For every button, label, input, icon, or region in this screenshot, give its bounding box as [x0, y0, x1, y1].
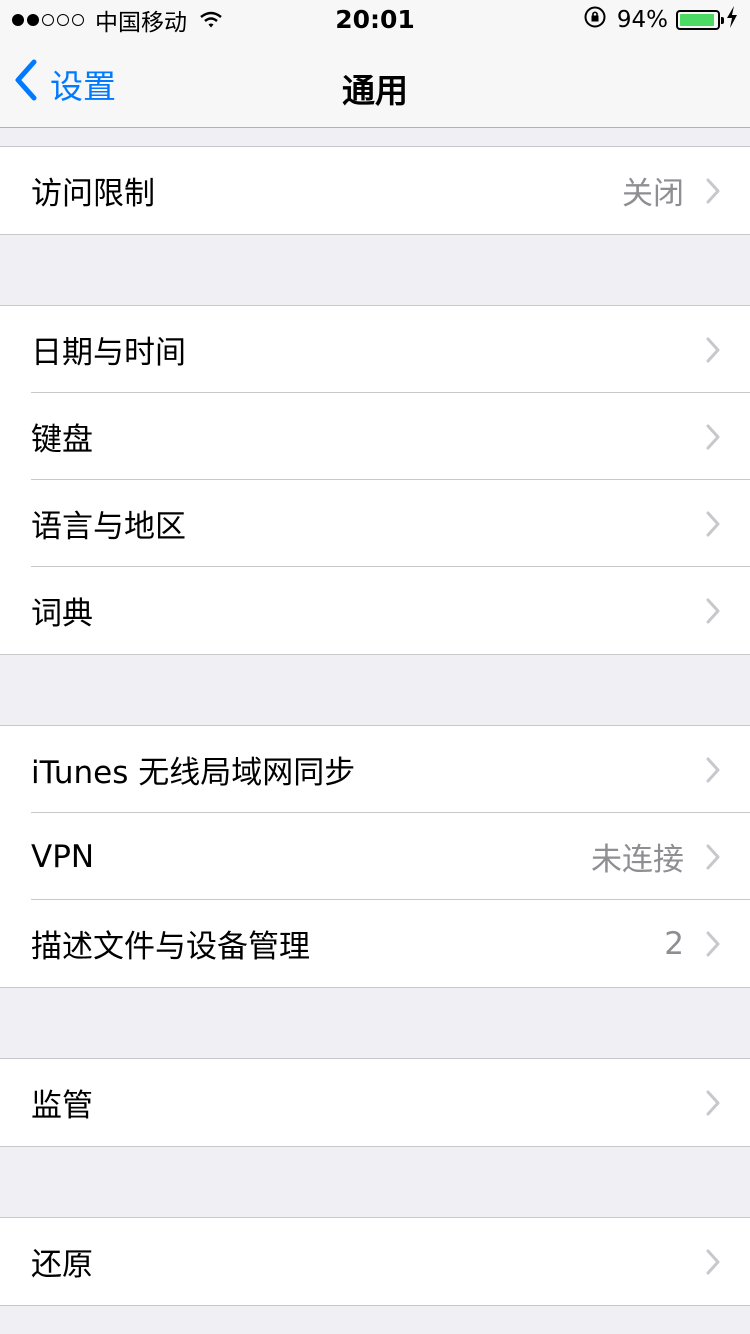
battery-fill	[680, 14, 714, 26]
settings-row-value: 关闭	[622, 176, 684, 212]
chevron-right-icon	[706, 757, 720, 783]
chevron-right-icon	[706, 424, 720, 450]
settings-row-value: 未连接	[591, 842, 684, 878]
settings-group: iTunes 无线局域网同步 VPN 未连接描述文件与设备管理 2	[0, 725, 750, 988]
chevron-right-icon	[706, 337, 720, 363]
settings-row-label: 监管	[31, 1088, 93, 1124]
settings-row-value: 2	[664, 925, 684, 962]
charging-bolt-icon	[726, 6, 738, 34]
status-right: 94%	[583, 6, 738, 34]
settings-row-label: 还原	[31, 1247, 93, 1283]
settings-list: 访问限制 关闭日期与时间键盘语言与地区词典 iTunes 无线局域网同步 VPN 未连接…	[0, 129, 750, 1306]
settings-row-label: 键盘	[31, 422, 93, 458]
chevron-right-icon	[706, 511, 720, 537]
chevron-right-icon	[706, 1090, 720, 1116]
settings-row-label: 访问限制	[31, 176, 155, 212]
settings-row[interactable]: 访问限制 关闭	[0, 147, 750, 234]
settings-row[interactable]: 监管	[0, 1059, 750, 1146]
settings-row-label: 语言与地区	[31, 509, 186, 545]
settings-row-label: 词典	[31, 596, 93, 632]
chevron-right-icon	[706, 931, 720, 957]
chevron-right-icon	[706, 844, 720, 870]
settings-row-label: 日期与时间	[31, 335, 186, 371]
chevron-right-icon	[706, 178, 720, 204]
settings-row[interactable]: iTunes 无线局域网同步	[0, 726, 750, 813]
settings-row-label: VPN	[31, 838, 95, 875]
battery-tip	[721, 17, 724, 24]
battery-percent: 94%	[616, 7, 668, 33]
battery-icon	[676, 10, 724, 30]
page-title: 通用	[342, 71, 408, 110]
settings-row-label: iTunes 无线局域网同步	[31, 755, 356, 791]
navigation-bar: 设置 通用	[0, 40, 750, 128]
settings-row[interactable]: 键盘	[0, 392, 750, 480]
settings-row[interactable]: 语言与地区	[0, 479, 750, 567]
settings-row[interactable]: 还原	[0, 1218, 750, 1305]
rotation-lock-icon	[583, 5, 607, 35]
chevron-right-icon	[706, 598, 720, 624]
settings-group: 日期与时间键盘语言与地区词典	[0, 305, 750, 655]
settings-row[interactable]: 词典	[0, 566, 750, 654]
chevron-right-icon	[706, 1249, 720, 1275]
settings-row-label: 描述文件与设备管理	[31, 929, 310, 965]
settings-row[interactable]: 描述文件与设备管理 2	[0, 899, 750, 987]
status-bar: 中国移动 20:01 94%	[0, 0, 750, 40]
settings-group: 还原	[0, 1217, 750, 1306]
settings-group: 监管	[0, 1058, 750, 1147]
settings-row[interactable]: VPN 未连接	[0, 812, 750, 900]
settings-group: 访问限制 关闭	[0, 146, 750, 235]
settings-row[interactable]: 日期与时间	[0, 306, 750, 393]
